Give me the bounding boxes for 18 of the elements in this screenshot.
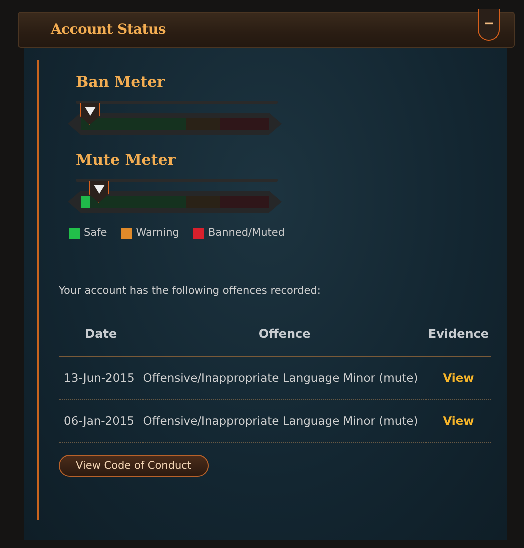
meter-title: Ban Meter: [76, 73, 166, 93]
collapse-button[interactable]: −: [478, 9, 500, 41]
code-of-conduct-button[interactable]: View Code of Conduct: [59, 455, 209, 477]
offence-cell: Offensive/Inappropriate Language Minor (mute): [143, 414, 418, 428]
view-link[interactable]: View: [443, 371, 474, 385]
legend-label: Safe: [84, 227, 108, 239]
legend-label: Banned/Muted: [208, 227, 286, 239]
intro-text: Your account has the following offences recorded:: [59, 285, 322, 297]
column-header: Evidence: [426, 312, 491, 356]
legend-label: Warning: [136, 227, 180, 239]
column-header: Offence: [143, 312, 426, 356]
meter-title: Mute Meter: [76, 151, 177, 171]
date-cell: 13-Jun-2015: [64, 371, 135, 385]
offence-cell: Offensive/Inappropriate Language Minor (mute): [143, 371, 418, 385]
view-link[interactable]: View: [443, 414, 474, 428]
date-cell: 06-Jan-2015: [64, 414, 135, 428]
column-header: Date: [59, 312, 144, 356]
panel-title: Account Status: [51, 22, 166, 38]
